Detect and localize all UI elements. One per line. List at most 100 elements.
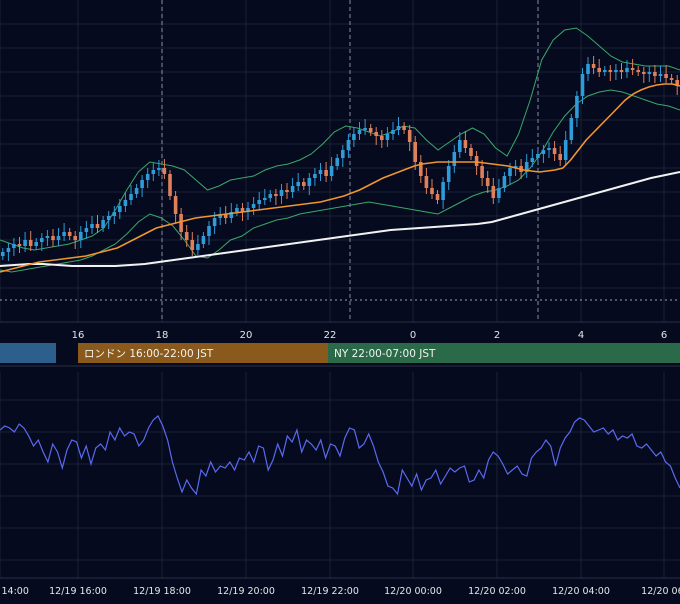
candle-body-118 [658,74,663,76]
chart-window: 16 18 20 22 0 2 4 6 ロンドン 16:00-22:00 JST NY 22:0… [0,0,680,600]
candle-body-27 [151,170,156,174]
osc-x-tick-5: 12/20 00:00 [384,586,442,597]
price-x-tick-3: 22 [324,330,337,341]
candle-body-80 [446,166,451,182]
osc-x-tick-6: 12/20 02:00 [468,586,526,597]
candle-body-52 [290,186,295,192]
candle-body-86 [480,166,484,178]
candle-body-25 [140,180,144,188]
candle-body-10 [56,236,61,240]
osc-x-tick-3: 12/19 20:00 [217,586,275,597]
candle-body-49 [274,194,278,196]
candle-body-36 [201,236,206,244]
candle-body-57 [318,170,323,174]
candle-body-104 [580,74,585,96]
price-x-tick-6: 4 [578,330,584,341]
candle-body-47 [263,198,267,200]
candle-body-68 [380,136,384,140]
osc-x-tick-2: 12/19 18:00 [133,586,191,597]
candle-body-62 [346,140,351,150]
candle-body-15 [84,228,89,232]
candle-body-119 [664,74,668,78]
candle-body-12 [67,232,72,236]
candle-body-24 [134,188,139,194]
candle-body-113 [630,68,635,70]
candle-body-55 [307,178,312,186]
price-x-tick-1: 18 [156,330,169,341]
candle-body-65 [363,128,367,130]
candle-body-105 [586,64,590,74]
candle-body-0 [1,252,5,256]
candle-body-59 [329,166,334,176]
candle-body-111 [619,70,624,72]
candle-body-115 [642,72,646,74]
candle-body-46 [257,200,261,204]
candle-body-102 [569,118,574,140]
candle-body-81 [452,152,457,166]
candle-body-66 [368,128,373,132]
session-label-2: NY 22:00-07:00 JST [334,348,436,360]
candle-body-103 [575,96,579,118]
candle-body-7 [40,238,44,242]
candle-body-50 [279,190,284,196]
candle-body-4 [23,240,27,246]
price-x-tick-0: 16 [72,330,85,341]
candle-body-14 [79,232,83,240]
candle-body-99 [552,148,557,154]
candle-body-42 [235,208,239,212]
candle-body-79 [441,182,445,200]
osc-x-tick-0: 12/19 14:00 [0,586,29,597]
candle-body-117 [653,72,657,76]
candle-body-1 [6,248,11,252]
candle-body-16 [90,224,94,228]
candle-body-67 [374,132,378,136]
osc-x-tick-7: 12/20 04:00 [552,586,610,597]
price-x-tick-7: 6 [661,330,667,341]
candle-body-45 [251,204,256,208]
candle-body-101 [563,140,568,160]
candle-body-109 [608,70,613,72]
candle-body-19 [106,216,111,220]
candle-body-116 [647,72,652,74]
candle-body-63 [352,134,356,140]
candle-body-56 [313,174,317,178]
candle-body-35 [196,244,200,250]
candle-body-106 [591,64,596,68]
candle-body-5 [28,240,33,246]
candle-body-120 [669,78,674,80]
candle-body-29 [162,168,167,174]
candle-body-69 [385,134,390,140]
price-x-tick-5: 2 [494,330,500,341]
chart-svg[interactable]: 16 18 20 22 0 2 4 6 ロンドン 16:00-22:00 JST NY 22:0… [0,0,680,600]
candle-body-26 [145,174,150,180]
candle-body-48 [268,194,273,198]
candle-body-110 [614,70,618,72]
session-label-1: ロンドン 16:00-22:00 JST [84,348,214,360]
candle-body-30 [168,174,172,196]
candle-body-32 [179,214,183,232]
price-x-tick-4: 0 [410,330,416,341]
candle-body-17 [95,224,100,228]
candle-body-21 [118,206,122,212]
candle-body-100 [558,154,562,160]
candle-body-6 [34,242,38,246]
candle-body-53 [296,182,300,186]
candle-body-64 [357,130,362,134]
oscillator-x-axis: 12/19 14:00 12/19 16:00 12/19 18:00 12/19 2… [0,586,680,597]
candle-body-77 [430,188,434,194]
candle-body-11 [62,232,66,236]
price-x-tick-2: 20 [240,330,253,341]
candle-body-70 [391,130,395,134]
candle-body-78 [435,194,440,200]
candle-body-58 [324,170,328,176]
osc-x-tick-8: 12/20 06: [641,586,680,597]
candle-body-91 [508,168,512,176]
candle-body-13 [73,236,77,240]
candle-body-20 [112,212,117,216]
candle-body-107 [597,68,601,72]
candle-body-96 [536,154,540,158]
candle-body-61 [341,150,345,158]
candle-body-28 [157,168,161,170]
candle-body-87 [485,178,490,186]
candle-body-73 [407,130,412,142]
